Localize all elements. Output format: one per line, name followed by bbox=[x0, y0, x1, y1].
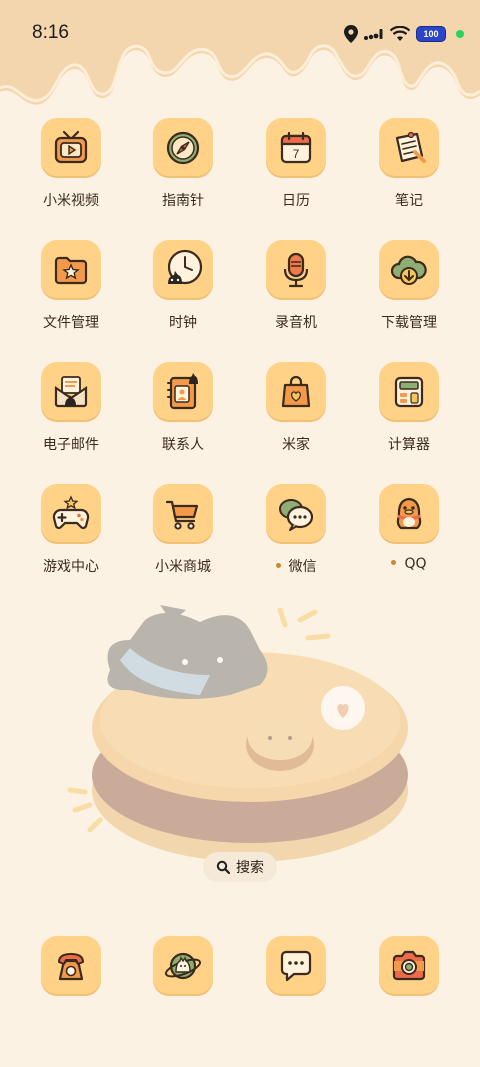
app-downloads[interactable]: 下载管理 bbox=[353, 240, 465, 332]
battery-icon: 100 bbox=[416, 26, 446, 42]
chat-bubbles-icon bbox=[279, 499, 314, 531]
search-icon bbox=[216, 860, 230, 874]
dock-phone[interactable] bbox=[15, 936, 127, 996]
tv-icon bbox=[54, 130, 88, 164]
notes-icon bbox=[395, 131, 426, 163]
app-calculator[interactable]: 计算器 bbox=[353, 362, 465, 454]
app-compass[interactable]: 指南针 bbox=[127, 118, 239, 210]
gamepad-icon bbox=[52, 495, 90, 530]
app-game-center[interactable]: 游戏中心 bbox=[15, 484, 127, 576]
phone-icon bbox=[58, 953, 84, 981]
microphone-icon bbox=[283, 252, 309, 288]
new-notification-dot bbox=[275, 562, 281, 568]
app-mi-video[interactable]: 小米视频 bbox=[15, 118, 127, 210]
penguin-icon bbox=[396, 497, 422, 530]
app-clock[interactable]: 时钟 bbox=[127, 240, 239, 332]
calendar-icon: 7 bbox=[280, 131, 312, 164]
app-wechat[interactable]: 微信 bbox=[240, 484, 352, 576]
app-contacts[interactable]: 联系人 bbox=[127, 362, 239, 454]
message-icon bbox=[280, 950, 312, 982]
planet-cat-icon bbox=[164, 952, 202, 980]
calendar-day: 7 bbox=[293, 147, 300, 161]
dock-messages[interactable] bbox=[240, 936, 352, 996]
search-button[interactable]: 搜索 bbox=[203, 852, 277, 882]
camera-icon bbox=[392, 950, 426, 981]
mail-icon bbox=[54, 376, 88, 408]
new-notification-dot bbox=[391, 559, 397, 565]
privacy-indicator-dot bbox=[456, 30, 464, 38]
dock-camera[interactable] bbox=[353, 936, 465, 996]
download-cloud-icon bbox=[390, 255, 427, 285]
app-notes[interactable]: 笔记 bbox=[353, 118, 465, 210]
search-label: 搜索 bbox=[236, 860, 264, 876]
clock-icon bbox=[167, 249, 203, 285]
wallpaper-cat-pancake bbox=[67, 605, 408, 862]
app-mi-store[interactable]: 小米商城 bbox=[127, 484, 239, 576]
status-bar: 8:16 100 bbox=[0, 0, 480, 68]
calculator-icon bbox=[394, 376, 424, 408]
status-time: 8:16 bbox=[32, 22, 69, 43]
folder-icon bbox=[54, 256, 88, 285]
app-file-manager[interactable]: 文件管理 bbox=[15, 240, 127, 332]
app-email[interactable]: 电子邮件 bbox=[15, 362, 127, 454]
cart-icon bbox=[165, 500, 199, 530]
compass-icon bbox=[166, 131, 200, 165]
app-qq[interactable]: QQ bbox=[353, 484, 465, 572]
app-calendar[interactable]: 7 日历 bbox=[240, 118, 352, 210]
location-icon bbox=[344, 25, 358, 43]
wifi-icon bbox=[390, 26, 410, 41]
dock-browser[interactable] bbox=[127, 936, 239, 996]
shopping-bag-icon bbox=[281, 375, 311, 408]
app-mi-home[interactable]: 米家 bbox=[240, 362, 352, 454]
signal-icon bbox=[364, 29, 383, 40]
app-recorder[interactable]: 录音机 bbox=[240, 240, 352, 332]
contacts-icon bbox=[167, 373, 198, 410]
